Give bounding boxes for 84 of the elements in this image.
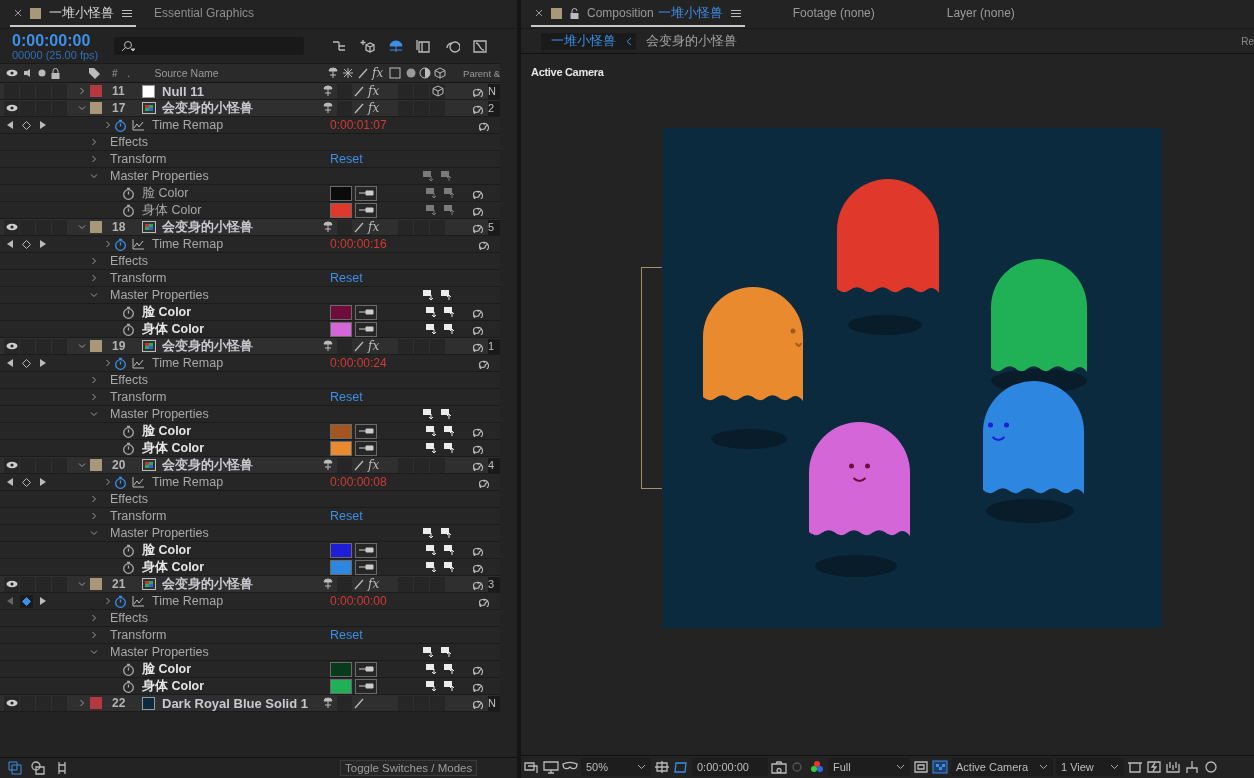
layer-name[interactable]: 会变身的小怪兽 <box>162 337 322 355</box>
property-group[interactable]: Master Properties <box>110 526 330 540</box>
layer-name[interactable]: 会变身的小怪兽 <box>162 218 322 236</box>
property-label: 脸 Color <box>142 422 193 440</box>
parent-field[interactable]: 1 <box>488 338 500 354</box>
resolution-dropdown[interactable]: Full <box>828 758 910 776</box>
camera-label: Active Camera <box>531 66 605 78</box>
layer-number: 19 <box>112 339 127 353</box>
layer-number: 17 <box>112 101 127 115</box>
property-group[interactable]: Transform <box>110 271 330 285</box>
layer-number: 11 <box>112 84 126 98</box>
layer-number: 21 <box>112 577 127 591</box>
layer-name[interactable]: 会变身的小怪兽 <box>162 575 322 593</box>
layer-number: 22 <box>112 696 127 710</box>
property-group[interactable]: Effects <box>110 373 330 387</box>
layer-name[interactable]: 会变身的小怪兽 <box>162 456 322 474</box>
property-label: 脸 Color <box>142 184 190 202</box>
property-label: 身体 Color <box>142 439 206 457</box>
property-group[interactable]: Effects <box>110 492 330 506</box>
reset-link[interactable]: Reset <box>330 628 363 642</box>
view-layout-dropdown[interactable]: 1 View <box>1056 758 1124 776</box>
viewer-tab[interactable]: Layer (none) <box>942 1 1019 27</box>
breadcrumb[interactable]: 会变身的小怪兽 <box>646 32 737 50</box>
property-label: 脸 Color <box>142 660 193 678</box>
property-label: Time Remap <box>152 237 225 251</box>
effects-label: fx <box>368 220 381 234</box>
viewer-tab[interactable]: Footage (none) <box>788 1 879 27</box>
property-label: 身体 Color <box>142 320 206 338</box>
column-header[interactable]: # <box>112 67 128 79</box>
effects-label: fx <box>368 577 381 591</box>
column-header[interactable]: Parent & <box>461 67 500 79</box>
property-group[interactable]: Master Properties <box>110 288 330 302</box>
zoom-dropdown[interactable]: 50% <box>581 758 651 776</box>
frame-rate: 00000 (25.00 fps) <box>12 48 100 61</box>
property-label: Time Remap <box>152 118 225 132</box>
parent-field[interactable]: N <box>488 695 500 711</box>
time-field[interactable]: 0:00:00:00 <box>692 758 768 776</box>
property-label: 脸 Color <box>142 303 193 321</box>
property-group[interactable]: Transform <box>110 628 330 642</box>
reset-link[interactable]: Reset <box>330 390 363 404</box>
property-group[interactable]: Effects <box>110 254 330 268</box>
reset-link[interactable]: Reset <box>330 271 363 285</box>
property-label: Time Remap <box>152 594 225 608</box>
parent-field[interactable]: 3 <box>488 576 500 592</box>
reset-link[interactable]: Reset <box>330 152 363 166</box>
parent-field[interactable]: 4 <box>488 457 500 473</box>
parent-field[interactable]: N <box>488 83 500 99</box>
panel-tab[interactable]: 一堆小怪兽 <box>10 1 136 27</box>
property-label: 身体 Color <box>142 201 203 219</box>
column-header[interactable]: . <box>127 67 143 79</box>
property-label: Time Remap <box>152 475 225 489</box>
breadcrumb[interactable]: 一堆小怪兽 <box>541 32 636 50</box>
property-group[interactable]: Master Properties <box>110 169 330 183</box>
effects-label: fx <box>368 101 381 115</box>
parent-field[interactable]: 5 <box>488 219 500 235</box>
property-label: 身体 Color <box>142 677 206 695</box>
property-group[interactable]: Effects <box>110 611 330 625</box>
layer-number: 18 <box>112 220 127 234</box>
property-label: 脸 Color <box>142 541 193 559</box>
layer-name[interactable]: 会变身的小怪兽 <box>162 99 322 117</box>
parent-field[interactable]: 2 <box>488 100 500 116</box>
panel-tab[interactable]: Essential Graphics <box>150 1 259 27</box>
property-group[interactable]: Effects <box>110 135 330 149</box>
effects-label: fx <box>368 458 381 472</box>
column-header[interactable]: Source Name <box>142 67 328 79</box>
cut-label: Re <box>1241 35 1254 47</box>
layer-number: 20 <box>112 458 127 472</box>
effects-label: fx <box>368 339 381 353</box>
property-group[interactable]: Transform <box>110 509 330 523</box>
viewer-tab[interactable]: Composition 一堆小怪兽 <box>531 1 745 27</box>
current-time[interactable]: 0:00:00:00 <box>12 31 100 49</box>
property-group[interactable]: Transform <box>110 390 330 404</box>
property-group[interactable]: Master Properties <box>110 407 330 421</box>
effects-label: fx <box>372 66 385 80</box>
effects-label: fx <box>368 84 381 98</box>
camera-dropdown[interactable]: Active Camera <box>951 758 1053 776</box>
property-label: 身体 Color <box>142 558 206 576</box>
toggle-switches-button[interactable]: Toggle Switches / Modes <box>340 760 478 776</box>
layer-name[interactable]: Dark Royal Blue Solid 1 <box>162 695 322 711</box>
property-group[interactable]: Transform <box>110 152 330 166</box>
reset-link[interactable]: Reset <box>330 509 363 523</box>
layer-name[interactable]: Null 11 <box>162 83 322 99</box>
property-label: Time Remap <box>152 356 225 370</box>
property-group[interactable]: Master Properties <box>110 645 330 659</box>
